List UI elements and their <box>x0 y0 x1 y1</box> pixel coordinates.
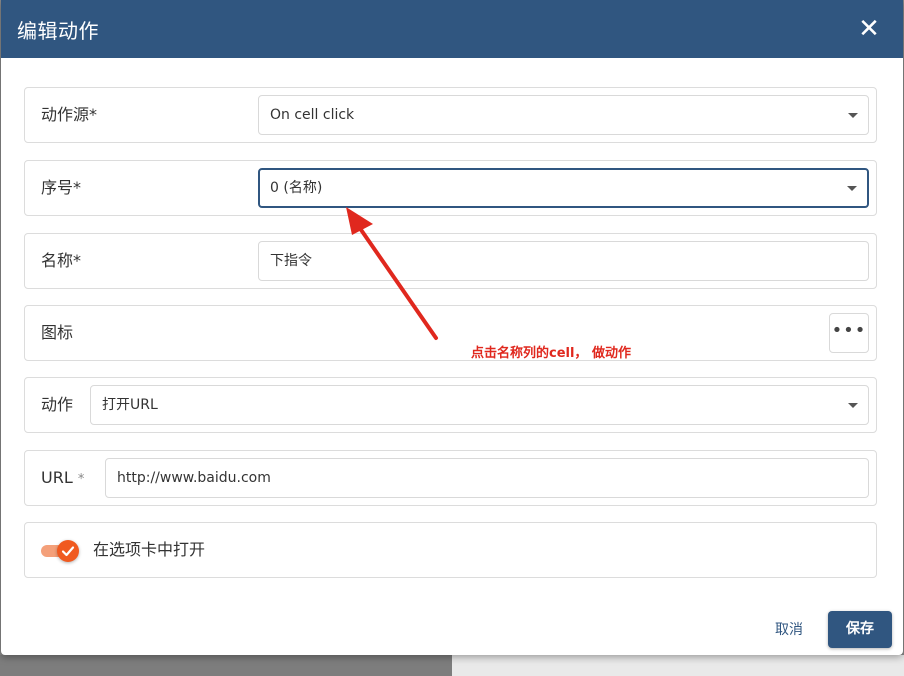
row-icon: 图标 ••• <box>24 305 877 361</box>
row-url: URL * http://www.baidu.com <box>24 450 877 506</box>
icon-label: 图标 <box>41 323 74 342</box>
url-label: URL * <box>41 451 84 505</box>
dialog-header: 编辑动作 ✕ <box>1 0 903 58</box>
background-underlay-left <box>0 655 452 676</box>
action-source-value: On cell click <box>270 107 355 123</box>
dialog-title: 编辑动作 <box>17 18 99 43</box>
action-source-select[interactable]: On cell click <box>258 95 869 135</box>
name-label-text: 名称 <box>41 251 74 270</box>
cancel-button[interactable]: 取消 <box>760 612 818 648</box>
action-source-label: 动作源* <box>41 88 97 142</box>
close-icon[interactable]: ✕ <box>857 16 881 42</box>
url-label-text: URL <box>41 468 73 487</box>
more-options-button[interactable]: ••• <box>829 313 869 353</box>
url-value: http://www.baidu.com <box>117 470 271 486</box>
required-marker: * <box>77 472 85 487</box>
save-button[interactable]: 保存 <box>828 611 892 648</box>
chevron-down-icon <box>847 186 857 191</box>
row-index: 序号* 0 (名称) <box>24 160 877 216</box>
index-select[interactable]: 0 (名称) <box>258 168 869 208</box>
background-underlay-right <box>452 655 904 676</box>
open-in-tab-label: 在选项卡中打开 <box>93 540 206 559</box>
required-marker: * <box>73 251 82 270</box>
chevron-down-icon <box>848 403 858 408</box>
toggle-knob <box>57 540 79 562</box>
action-select[interactable]: 打开URL <box>90 385 869 425</box>
name-value: 下指令 <box>270 253 312 269</box>
row-action: 动作 打开URL <box>24 377 877 433</box>
index-label-text: 序号 <box>41 178 74 197</box>
name-input[interactable]: 下指令 <box>258 241 869 281</box>
required-marker: * <box>89 105 98 124</box>
annotation-text: 点击名称列的cell， 做动作 <box>471 346 631 361</box>
required-marker: * <box>73 178 82 197</box>
url-input[interactable]: http://www.baidu.com <box>105 458 869 498</box>
index-value: 0 (名称) <box>270 180 323 196</box>
action-label: 动作 <box>41 395 74 414</box>
open-in-tab-toggle[interactable] <box>41 540 79 562</box>
index-label: 序号* <box>41 161 81 215</box>
row-name: 名称* 下指令 <box>24 233 877 289</box>
chevron-down-icon <box>848 113 858 118</box>
name-label: 名称* <box>41 234 81 288</box>
checkmark-icon <box>61 546 75 557</box>
row-action-source: 动作源* On cell click <box>24 87 877 143</box>
row-open-in-tab: 在选项卡中打开 <box>24 522 877 578</box>
action-value: 打开URL <box>102 397 158 413</box>
action-source-label-text: 动作源 <box>41 105 90 124</box>
